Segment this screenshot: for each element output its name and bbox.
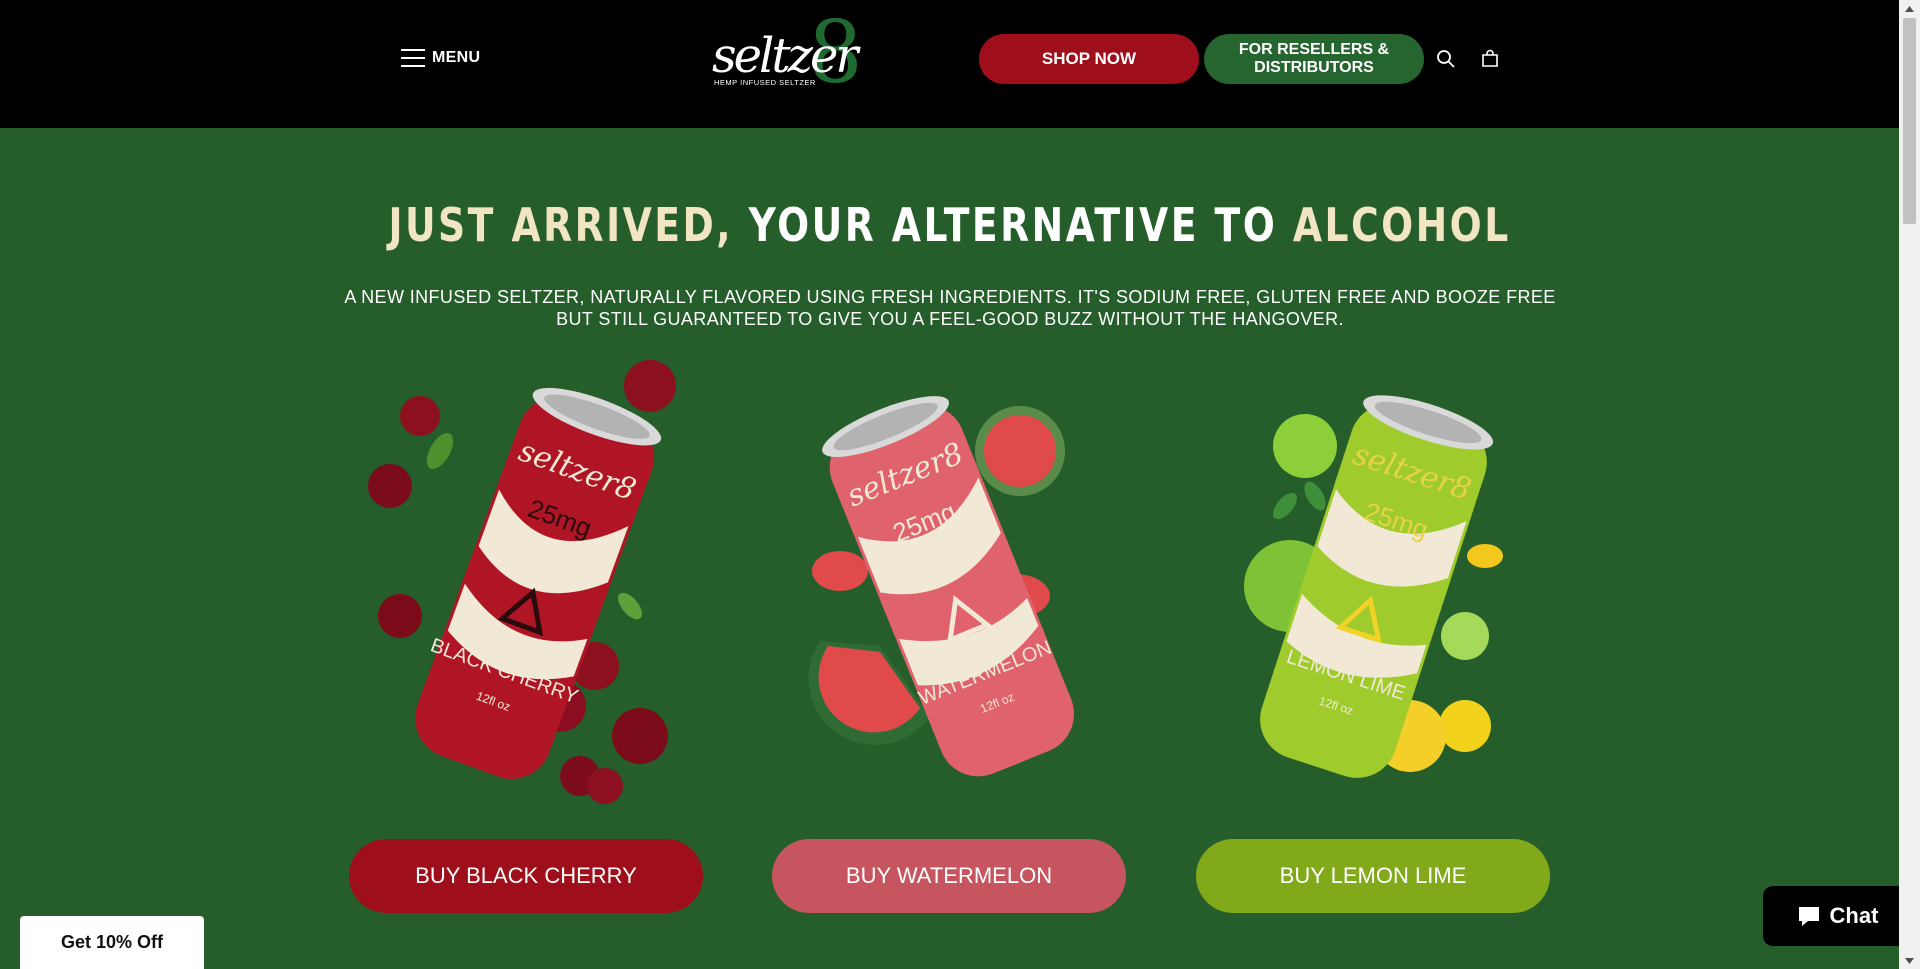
hero-title-part1: JUST ARRIVED, (388, 198, 734, 252)
scroll-up-arrow[interactable] (1899, 0, 1920, 17)
site-header: MENU 8 seltzer HEMP INFUSED SELTZER SHOP… (0, 0, 1899, 128)
menu-label: MENU (432, 49, 481, 66)
product-watermelon[interactable]: seltzer8 25mg DELTA 8 WATERMELON 12fl oz (770, 356, 1130, 816)
page-scrollbar[interactable] (1899, 0, 1920, 969)
caret-down-icon (1905, 957, 1914, 964)
cart-icon (1482, 49, 1498, 67)
caret-up-icon (1905, 5, 1914, 12)
product-lemon-lime[interactable]: seltzer8 25mg DELTA 8 LEMON LIME 12fl oz (1195, 356, 1555, 816)
chat-label: Chat (1829, 903, 1879, 928)
buy-black-cherry-button[interactable]: BUY BLACK CHERRY (349, 839, 703, 913)
hero-title-part2: YOUR ALTERNATIVE TO (748, 198, 1278, 252)
lemon-lime-can-image: seltzer8 25mg DELTA 8 LEMON LIME 12fl oz (1244, 395, 1503, 778)
chat-bubble-icon (1798, 907, 1819, 926)
buy-watermelon-button[interactable]: BUY WATERMELON (772, 839, 1126, 913)
site-logo[interactable]: 8 seltzer HEMP INFUSED SELTZER (706, 10, 866, 98)
hero-title: JUST ARRIVED, YOUR ALTERNATIVE TO ALCOHO… (171, 198, 1728, 252)
chat-button[interactable]: Chat (1763, 886, 1911, 946)
buy-lemon-lime-button[interactable]: BUY LEMON LIME (1196, 839, 1550, 913)
black-cherry-can-image: seltzer8 25mg DELTA 8 BLACK CHERRY 12fl … (368, 360, 676, 804)
hero-subtitle: A NEW INFUSED SELTZER, NATURALLY FLAVORE… (344, 287, 1556, 329)
product-black-cherry[interactable]: seltzer8 25mg DELTA 8 BLACK CHERRY 12fl … (350, 356, 710, 816)
shop-now-button[interactable]: SHOP NOW (979, 34, 1199, 84)
cart-button[interactable] (1477, 46, 1503, 72)
logo-wordmark: seltzer (712, 28, 858, 84)
scroll-thumb[interactable] (1903, 18, 1916, 224)
discount-popup-tab[interactable]: Get 10% Off (20, 916, 204, 969)
hamburger-icon (401, 49, 425, 67)
hero-title-part3: ALCOHOL (1292, 198, 1511, 252)
menu-button[interactable]: MENU (400, 46, 480, 70)
watermelon-can-image: seltzer8 25mg DELTA 8 WATERMELON 12fl oz (808, 396, 1075, 777)
logo-tagline: HEMP INFUSED SELTZER (714, 78, 816, 87)
search-icon (1437, 50, 1455, 68)
search-button[interactable] (1433, 46, 1459, 72)
resellers-button[interactable]: FOR RESELLERS & DISTRIBUTORS (1204, 34, 1424, 84)
scroll-down-arrow[interactable] (1899, 952, 1920, 969)
